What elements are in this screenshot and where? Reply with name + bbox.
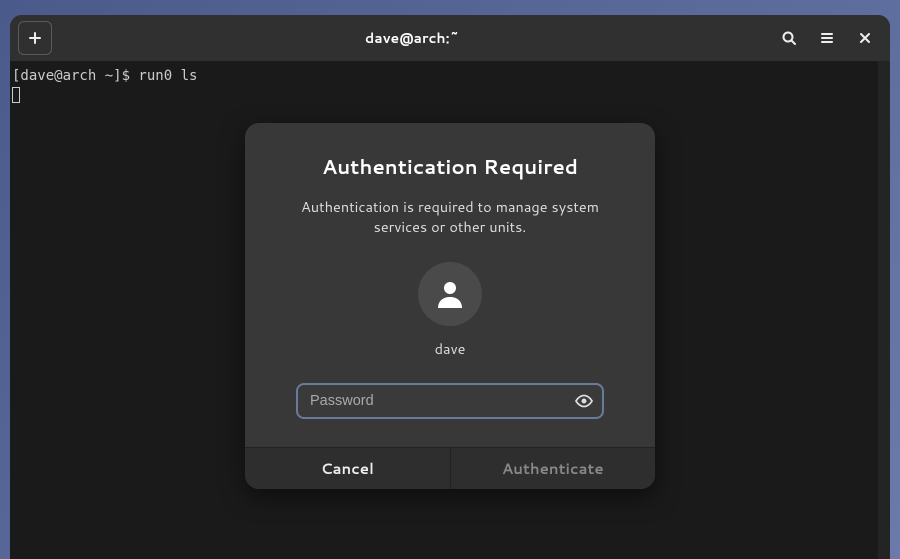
username-label: dave: [435, 338, 466, 359]
password-input[interactable]: [296, 383, 604, 419]
show-password-button[interactable]: [570, 387, 598, 415]
plus-icon: [27, 30, 43, 46]
dialog-body: Authentication Required Authentication i…: [245, 123, 655, 447]
search-icon: [781, 30, 797, 46]
dialog-message: Authentication is required to manage sys…: [273, 197, 627, 236]
hamburger-icon: [819, 30, 835, 46]
terminal-line: [dave@arch ~]$ run0 ls: [12, 67, 876, 85]
titlebar: dave@arch:~: [10, 15, 890, 61]
menu-button[interactable]: [810, 21, 844, 55]
avatar: [418, 262, 482, 326]
close-icon: [858, 31, 872, 45]
password-row: [296, 383, 604, 419]
titlebar-actions: [772, 21, 882, 55]
search-button[interactable]: [772, 21, 806, 55]
window-title: dave@arch:~: [60, 28, 764, 48]
new-tab-button[interactable]: [18, 21, 52, 55]
authenticate-button[interactable]: Authenticate: [450, 447, 656, 489]
dialog-buttons: Cancel Authenticate: [245, 447, 655, 489]
eye-icon: [574, 391, 594, 411]
cancel-button[interactable]: Cancel: [245, 447, 450, 489]
dialog-title: Authentication Required: [322, 153, 578, 181]
user-icon: [432, 276, 468, 312]
close-button[interactable]: [848, 21, 882, 55]
auth-dialog: Authentication Required Authentication i…: [245, 123, 655, 489]
terminal-cursor: [12, 87, 20, 103]
